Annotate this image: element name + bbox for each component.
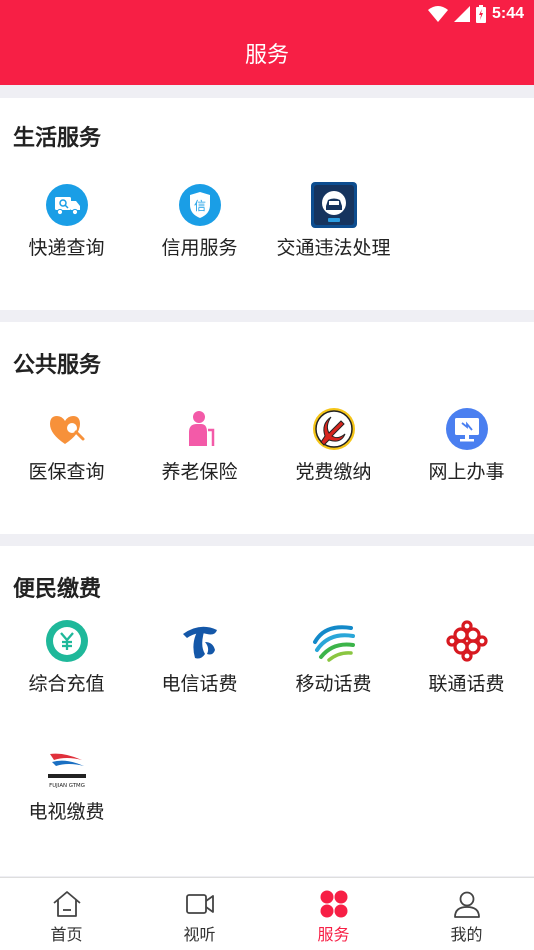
- tab-label: 服务: [317, 925, 350, 944]
- tv-logo-text: FUJIAN GTMG: [49, 783, 85, 789]
- china-telecom-icon: [183, 626, 217, 659]
- svg-text:信: 信: [194, 199, 206, 213]
- service-item-label: 信用服务: [161, 237, 238, 259]
- page-title: 服务: [244, 43, 289, 68]
- app-header: 5:44 服务: [0, 0, 534, 85]
- section-convenience-payment: 便民缴费 综合充值 电信话费 移动话费 联通话费 FUJIAN GTMG 电视缴…: [0, 546, 534, 876]
- section-title: 公共服务: [13, 353, 102, 378]
- tab-label: 视听: [183, 925, 216, 944]
- credit-shield-icon: 信: [179, 184, 221, 226]
- service-item-label: 医保查询: [28, 461, 105, 483]
- yuan-coin-icon: [46, 620, 88, 662]
- service-item-label: 交通违法处理: [276, 237, 391, 259]
- service-item-label: 养老保险: [161, 461, 238, 483]
- user-icon: [454, 891, 480, 918]
- service-item-label: 综合充值: [28, 673, 105, 695]
- battery-icon: [475, 5, 486, 23]
- service-item-label: 电信话费: [161, 673, 238, 695]
- section-title: 便民缴费: [13, 577, 102, 602]
- heart-search-icon: [50, 416, 85, 444]
- section-title: 生活服务: [13, 126, 102, 151]
- wifi-icon: [427, 6, 448, 22]
- traffic-car-icon: [311, 182, 357, 228]
- tab-services[interactable]: 服务: [267, 878, 400, 950]
- service-item-label: 党费缴纳: [295, 461, 372, 483]
- tab-label: 首页: [50, 925, 83, 944]
- fujian-tv-icon: FUJIAN GTMG: [47, 753, 87, 789]
- signal-icon: [453, 6, 470, 22]
- service-item-label: 电视缴费: [28, 801, 105, 823]
- service-item-label: 网上办事: [428, 461, 505, 483]
- services-grid-icon: [320, 890, 348, 918]
- tab-home[interactable]: 首页: [0, 878, 133, 950]
- china-unicom-icon: [446, 620, 488, 662]
- service-item-label: 移动话费: [295, 673, 372, 695]
- status-bar: 5:44: [427, 2, 524, 26]
- section-life-services: 生活服务 快递查询 信 信用服务 交通违法处理: [0, 98, 534, 310]
- section-public-services: 公共服务 医保查询 养老保险 党费缴纳 网上办事: [0, 322, 534, 534]
- china-mobile-icon: [313, 625, 355, 662]
- tab-audio-video[interactable]: 视听: [133, 878, 266, 950]
- monitor-icon: [446, 408, 488, 450]
- tab-label: 我的: [450, 925, 483, 944]
- party-emblem-icon: [313, 408, 355, 450]
- home-icon: [53, 891, 81, 917]
- service-item-label: 联通话费: [428, 673, 505, 695]
- elderly-person-icon: [189, 411, 215, 446]
- video-camera-icon: [186, 894, 214, 914]
- status-time: 5:44: [491, 5, 524, 22]
- service-item-label: 快递查询: [28, 237, 105, 259]
- bottom-tab-bar: 首页 视听 服务 我的: [0, 877, 534, 950]
- delivery-truck-icon: [46, 184, 88, 226]
- tab-mine[interactable]: 我的: [400, 878, 533, 950]
